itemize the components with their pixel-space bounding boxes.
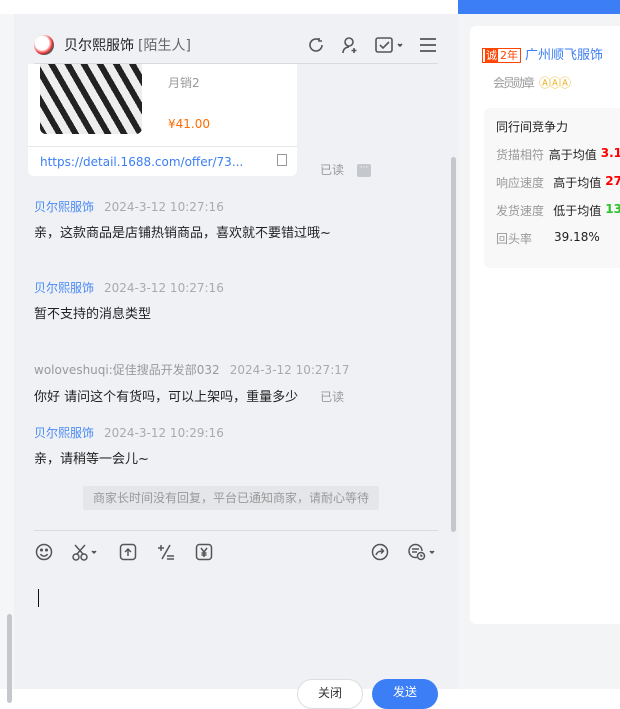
history-icon[interactable] <box>306 35 326 55</box>
message-text: 你好 请问这个有货吗，可以上架吗，重量多少 已读 <box>34 390 345 405</box>
shop-title[interactable]: 诚 2年 广州顺飞服饰 <box>482 44 603 63</box>
system-notice: 商家长时间没有回复，平台已通知商家，请耐心等待 <box>83 486 379 510</box>
product-sales: 月销2 <box>168 76 200 90</box>
message-text: 亲，请稍等一会儿~ <box>34 452 149 467</box>
top-tab-strip <box>0 0 458 14</box>
read-status: 已读 <box>320 390 345 404</box>
comp-title: 同行间竞争力 <box>496 120 569 134</box>
copy-icon[interactable] <box>277 154 287 166</box>
comp-row: 回头率 39.18% <box>496 230 600 246</box>
text-input[interactable] <box>38 589 39 607</box>
comp-row: 货描相符 高于均值 3.1 <box>496 146 620 162</box>
member-medals: 会员勋章 ⒶⒶⒶ <box>493 76 571 90</box>
timestamp: 2024-3-12 10:27:16 <box>104 200 224 214</box>
contact-tag: [陌生人] <box>138 37 191 54</box>
quick-phrase-icon[interactable] <box>156 542 176 562</box>
chat-window: 贝尔熙服饰 [陌生人] 月销2 ¥41.00 https://detail.16… <box>14 14 458 709</box>
message-text: 暂不支持的消息类型 <box>34 307 152 322</box>
avatar[interactable] <box>34 34 54 55</box>
send-button[interactable]: 发送 <box>372 679 438 709</box>
sender[interactable]: 贝尔熙服饰 <box>34 281 94 295</box>
scrollbar[interactable] <box>7 614 12 703</box>
shop-panel: 诚 2年 广州顺飞服饰 会员勋章 ⒶⒶⒶ 同行间竞争力 货描相符 高于均值 3.1 响应速… <box>458 0 620 689</box>
product-price: ¥41.00 <box>168 117 210 131</box>
comp-row: 响应速度 高于均值 27 <box>496 174 620 190</box>
task-icon[interactable] <box>374 35 404 55</box>
sender[interactable]: woloveshuqi:促佳搜品开发部032 <box>34 363 220 377</box>
years-badge: 诚 2年 <box>482 48 521 63</box>
menu-icon[interactable] <box>418 35 438 55</box>
sender[interactable]: 贝尔熙服饰 <box>34 200 94 214</box>
timestamp: 2024-3-12 10:27:16 <box>104 281 224 295</box>
read-status: 已读 <box>320 163 345 177</box>
forward-icon[interactable] <box>370 542 390 562</box>
close-button[interactable]: 关闭 <box>297 679 363 709</box>
chat-scrollbar[interactable] <box>451 157 456 532</box>
message: 贝尔熙服饰 2024-3-12 10:29:16 亲，请稍等一会儿~ <box>34 424 354 469</box>
chat-header: 贝尔熙服饰 [陌生人] <box>34 26 438 64</box>
contact-name: 贝尔熙服饰 <box>64 37 134 54</box>
add-contact-icon[interactable] <box>340 35 360 55</box>
sender[interactable]: 贝尔熙服饰 <box>34 426 94 440</box>
product-image[interactable] <box>40 64 142 134</box>
message-text: 亲，这款商品是店铺热销商品，喜欢就不要错过哦~ <box>34 226 331 241</box>
input-toolbar <box>34 542 438 562</box>
timestamp: 2024-3-12 10:29:16 <box>104 426 224 440</box>
chat-history-icon[interactable] <box>408 542 438 562</box>
message: woloveshuqi:促佳搜品开发部032 2024-3-12 10:27:17… <box>34 361 434 407</box>
top-bar <box>458 0 620 14</box>
competitiveness-box: 同行间竞争力 货描相符 高于均值 3.1 响应速度 高于均值 27 发货速度 低于均值 13… <box>484 108 620 268</box>
emoji-icon[interactable] <box>34 542 54 562</box>
more-icon[interactable]: ··· <box>357 164 371 177</box>
medal-icon: ⒶⒶⒶ <box>539 76 571 90</box>
timestamp: 2024-3-12 10:27:17 <box>229 363 350 377</box>
screenshot-icon[interactable] <box>72 542 100 562</box>
upload-icon[interactable] <box>118 542 138 562</box>
shop-name[interactable]: 广州顺飞服饰 <box>525 48 603 63</box>
payment-icon[interactable] <box>194 542 214 562</box>
left-panel <box>0 14 14 703</box>
product-card[interactable]: 月销2 ¥41.00 https://detail.1688.com/offer… <box>28 64 297 176</box>
message: 贝尔熙服饰 2024-3-12 10:27:16 亲，这款商品是店铺热销商品，喜欢… <box>34 198 354 243</box>
product-link[interactable]: https://detail.1688.com/offer/73... <box>28 146 297 177</box>
comp-row: 发货速度 低于均值 13 <box>496 202 620 218</box>
divider <box>34 530 438 531</box>
message: 贝尔熙服饰 2024-3-12 10:27:16 暂不支持的消息类型 <box>34 279 224 324</box>
